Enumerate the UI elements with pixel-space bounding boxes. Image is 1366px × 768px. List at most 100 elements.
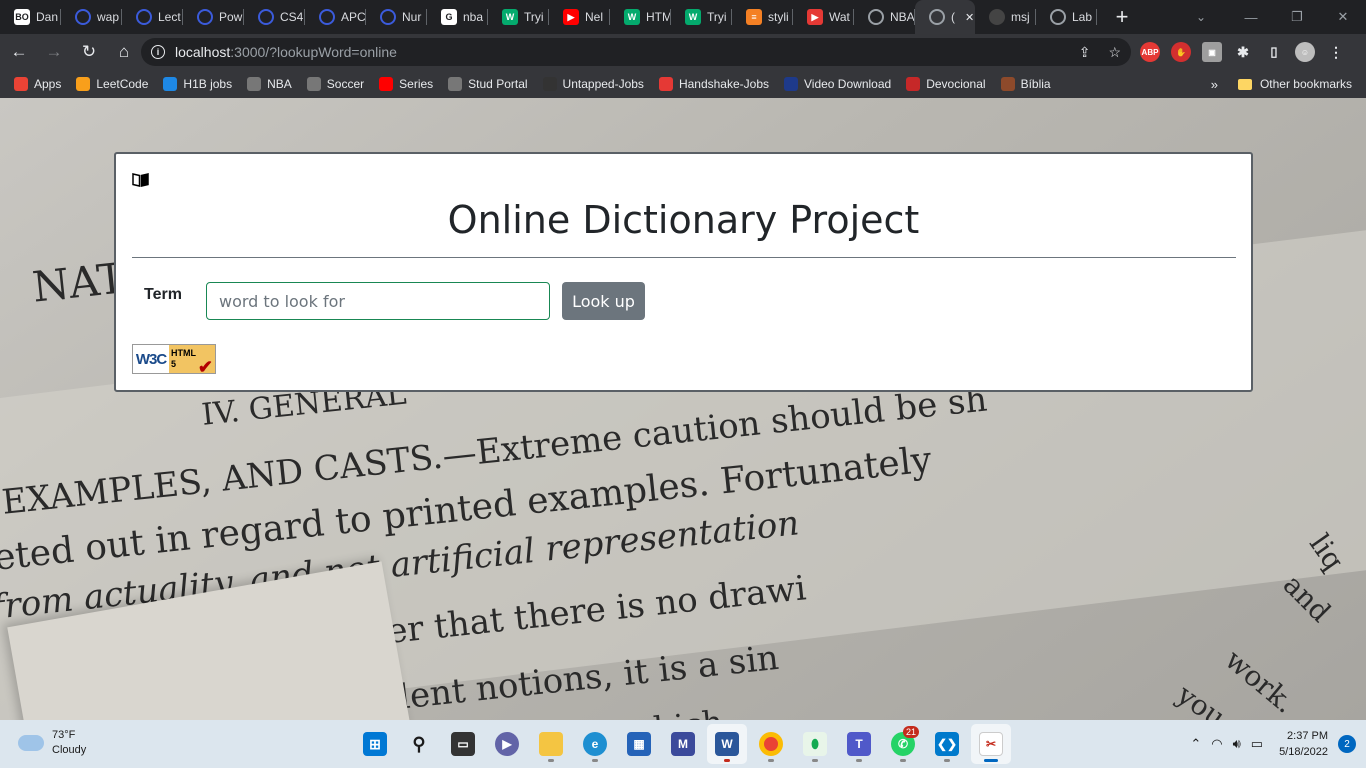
leaf-icon: ⬮	[803, 732, 827, 756]
other-bookmarks-label: Other bookmarks	[1259, 77, 1352, 91]
weather-widget[interactable]: 73°F Cloudy	[18, 728, 86, 758]
dictionary-card: Online Dictionary Project Term Look up W…	[114, 152, 1253, 392]
tab-search-icon[interactable]: ⌄	[1186, 0, 1216, 34]
vscode-button[interactable]: ❮❯	[927, 724, 967, 764]
browser-tab[interactable]: ▶ Wat	[793, 0, 854, 34]
html5-label: HTML 5 ✔	[169, 345, 215, 376]
term-input[interactable]	[206, 282, 550, 320]
home-button[interactable]: ⌂	[108, 36, 140, 68]
start-button[interactable]: ⊞	[355, 724, 395, 764]
browser-tab[interactable]: Nur	[366, 0, 427, 34]
site-info-icon[interactable]: i	[151, 45, 165, 59]
profile-avatar[interactable]: ☺	[1295, 42, 1315, 62]
bookmark-item[interactable]: LeetCode	[76, 77, 148, 91]
share-icon[interactable]: ⇪	[1079, 44, 1091, 61]
extensions-puzzle-icon[interactable]: ✱	[1233, 42, 1253, 62]
notification-badge[interactable]: 2	[1338, 735, 1356, 753]
word-icon: W	[715, 732, 739, 756]
browser-tab[interactable]: msj	[975, 0, 1036, 34]
search-button[interactable]: ⚲	[399, 724, 439, 764]
look-up-button[interactable]: Look up	[562, 282, 645, 320]
bookmark-item[interactable]: Devocional	[906, 77, 986, 91]
w3c-html5-badge[interactable]: W3C HTML 5 ✔	[132, 344, 216, 376]
chrome-button[interactable]	[751, 724, 791, 764]
chevron-up-icon[interactable]: ⌃	[1190, 736, 1201, 752]
bookmark-item[interactable]: NBA	[247, 77, 292, 91]
other-bookmarks-folder[interactable]: Other bookmarks	[1237, 70, 1352, 98]
browser-tab[interactable]: Pow	[183, 0, 244, 34]
page-title: Online Dictionary Project	[447, 198, 920, 242]
close-window-button[interactable]: ✕	[1320, 0, 1366, 34]
bookmark-label: Video Download	[804, 77, 892, 91]
browser-tab[interactable]: W Tryi	[671, 0, 732, 34]
address-bar[interactable]: i localhost:3000/?lookupWord=online ⇪ ☆	[141, 38, 1131, 66]
browser-tab[interactable]: W Tryi	[488, 0, 549, 34]
bookmark-favicon-icon	[306, 77, 321, 91]
bookmark-star-icon[interactable]: ☆	[1108, 44, 1121, 61]
browser-tab[interactable]: BO Dan	[0, 0, 61, 34]
volume-icon[interactable]: 🔊︎	[1233, 736, 1241, 752]
mongodb-button[interactable]: ⬮	[795, 724, 835, 764]
word-button[interactable]: W	[707, 724, 747, 764]
bookmark-item[interactable]: Series	[379, 77, 433, 91]
whatsapp-button[interactable]: ✆ 21	[883, 724, 923, 764]
browser-tab[interactable]: wap	[61, 0, 122, 34]
bookmark-item[interactable]: Apps	[14, 77, 61, 91]
term-label: Term	[144, 286, 182, 303]
side-panel-icon[interactable]: ▯	[1264, 42, 1284, 62]
wifi-icon[interactable]: ◠	[1211, 736, 1222, 752]
forward-button[interactable]: →	[38, 36, 70, 68]
maximize-button[interactable]: ❐	[1274, 0, 1320, 34]
minimize-button[interactable]: —	[1228, 0, 1274, 34]
bookmark-item[interactable]: Handshake-Jobs	[658, 77, 769, 91]
running-indicator	[856, 759, 862, 762]
system-tray: ⌃ ◠ 🔊︎ ▭ 2:37 PM 5/18/2022 2	[1190, 720, 1366, 768]
battery-icon[interactable]: ▭	[1251, 736, 1263, 752]
tab-favicon-icon: BO	[14, 9, 30, 25]
back-button[interactable]: ←	[3, 36, 35, 68]
browser-tab[interactable]: APC	[305, 0, 366, 34]
adblock-plus-icon[interactable]: ABP	[1140, 42, 1160, 62]
bookmark-item[interactable]: Bíblia	[1000, 77, 1051, 91]
browser-tab[interactable]: ▶ Nel	[549, 0, 610, 34]
browser-tab[interactable]: NBA	[854, 0, 915, 34]
bookmarks-overflow-button[interactable]: »	[1211, 70, 1218, 98]
snipping-tool-button[interactable]: ✂	[971, 724, 1011, 764]
reload-button[interactable]: ↻	[73, 36, 105, 68]
bookmark-label: Devocional	[926, 77, 986, 91]
clock-time: 2:37 PM	[1287, 730, 1328, 742]
running-indicator	[768, 759, 774, 762]
teams-button[interactable]: T	[839, 724, 879, 764]
browser-tab[interactable]: Lab	[1036, 0, 1097, 34]
bookmark-item[interactable]: Soccer	[306, 77, 364, 91]
browser-tab[interactable]: ≡ styli	[732, 0, 793, 34]
vpn-app-button[interactable]: M	[663, 724, 703, 764]
bookmark-favicon-icon	[784, 77, 798, 91]
teams-chat-button[interactable]: ▶	[487, 724, 527, 764]
bookmark-item[interactable]: H1B jobs	[163, 77, 232, 91]
weather-temperature: 73°F	[52, 729, 76, 741]
tab-favicon-icon	[258, 9, 274, 25]
file-explorer-button[interactable]	[531, 724, 571, 764]
task-view-button[interactable]: ▭	[443, 724, 483, 764]
browser-tab[interactable]: Gnba	[427, 0, 488, 34]
bookmark-item[interactable]: Video Download	[784, 77, 891, 91]
store-button[interactable]: ▦	[619, 724, 659, 764]
tab-favicon-icon: ≡	[746, 9, 762, 25]
app-logo-icon: M	[671, 732, 695, 756]
adblock-icon[interactable]: ✋	[1171, 42, 1191, 62]
clock[interactable]: 2:37 PM 5/18/2022	[1279, 728, 1328, 760]
tab-close-icon[interactable]: ✕	[965, 11, 974, 24]
menu-kebab-icon[interactable]: ⋮	[1326, 42, 1346, 62]
whatsapp-badge: 21	[902, 726, 919, 738]
edge-button[interactable]: e	[575, 724, 615, 764]
browser-tab[interactable]: W HTM	[610, 0, 671, 34]
bookmark-item[interactable]: Untapped-Jobs	[542, 77, 644, 91]
new-tab-button[interactable]: +	[1107, 0, 1137, 34]
browser-tab[interactable]: CS4	[244, 0, 305, 34]
browser-tab[interactable]: (✕	[915, 0, 975, 34]
bookmark-item[interactable]: Stud Portal	[448, 77, 528, 91]
browser-tab[interactable]: Lect	[122, 0, 183, 34]
extension-photo-icon[interactable]: ▣	[1202, 42, 1222, 62]
bookmarks-bar: Apps LeetCode H1B jobs NBA Soccer Series Stud …	[0, 70, 1366, 98]
